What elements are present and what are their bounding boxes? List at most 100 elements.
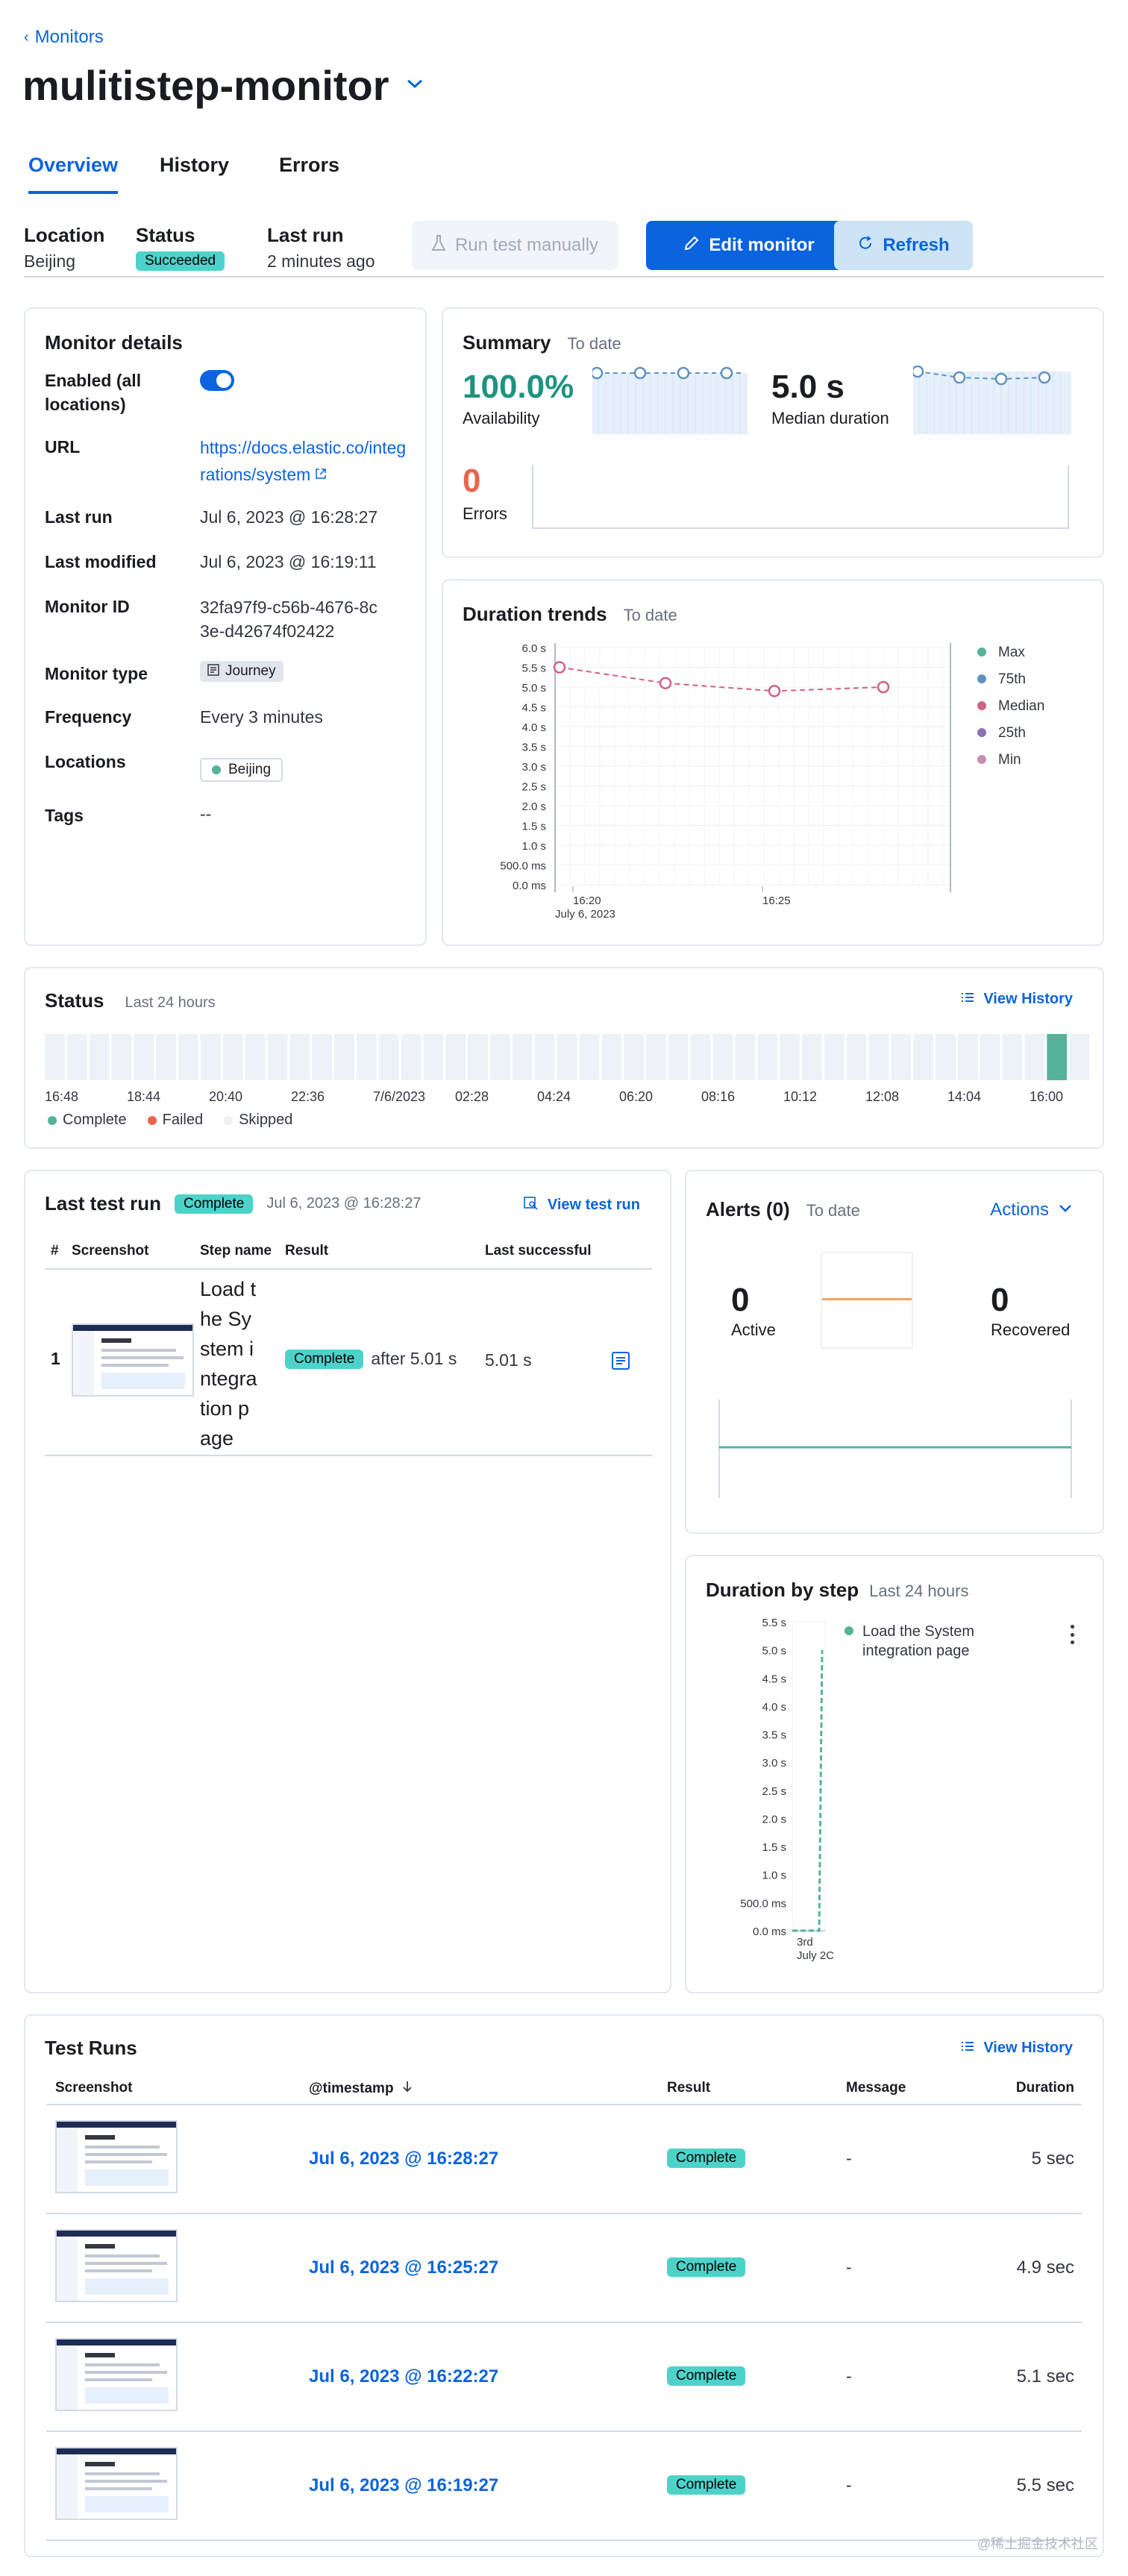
status-cell-empty	[222, 1034, 243, 1080]
status-cell-empty	[401, 1034, 422, 1080]
chevron-left-icon: ‹	[24, 28, 29, 46]
actions-button[interactable]: Actions	[990, 1200, 1073, 1220]
page-title: mulitistep-monitor	[22, 62, 389, 109]
run-screenshot[interactable]	[55, 2447, 178, 2520]
step-name: Load the System integration page	[200, 1278, 257, 1450]
breadcrumb-monitors-link[interactable]: Monitors	[35, 27, 104, 48]
step-screenshot[interactable]	[72, 1323, 194, 1397]
status-cell-empty	[334, 1034, 354, 1080]
breadcrumb[interactable]: ‹ Monitors	[24, 27, 104, 48]
run-screenshot[interactable]	[55, 2120, 178, 2193]
summary-panel: Summary To date 100.0% Availability 5.0 …	[442, 307, 1104, 558]
status-cell-empty	[534, 1034, 555, 1080]
timeline-tick-label: 06:20	[619, 1089, 654, 1104]
tags-value: --	[200, 804, 212, 824]
y-tick-label: 500.0 ms	[740, 1897, 786, 1910]
run-timestamp-link[interactable]: Jul 6, 2023 @ 16:28:27	[309, 2149, 498, 2169]
tab-bar: Overview History Errors	[24, 154, 1104, 195]
table-row[interactable]: Jul 6, 2023 @ 16:19:27 Complete - 5.5 se…	[45, 2432, 1085, 2539]
monitor-id-label: Monitor ID	[45, 597, 130, 616]
last-test-run-badge: Complete	[175, 1194, 254, 1214]
legend-complete: Complete	[48, 1112, 127, 1129]
legend-swatch-max	[977, 648, 986, 656]
status-cell-empty	[1024, 1034, 1045, 1080]
steps-table-header: # Screenshot Step name Result Last succe…	[45, 1243, 652, 1268]
y-tick-label: 5.5 s	[521, 662, 546, 675]
y-tick-label: 1.0 s	[521, 840, 546, 853]
run-timestamp-link[interactable]: Jul 6, 2023 @ 16:25:27	[309, 2257, 498, 2278]
alerts-header: Alerts (0) To date	[706, 1198, 860, 1220]
y-tick-label: 0.0 ms	[753, 1925, 786, 1938]
median-point	[553, 661, 566, 674]
more-options-icon[interactable]	[1068, 1625, 1076, 1644]
table-row[interactable]: 1 Load the System integration page Compl…	[45, 1270, 652, 1455]
legend-swatch-min	[977, 755, 986, 764]
monitor-id-value: 32fa97f9-c56b-4676-8c3e-d42674f02422	[200, 598, 377, 641]
y-tick-label: 2.0 s	[521, 800, 546, 813]
last-run-label: Last run	[45, 507, 113, 527]
status-cell-empty	[312, 1034, 333, 1080]
tab-overview[interactable]: Overview	[28, 154, 119, 194]
pencil-icon	[683, 235, 700, 257]
chevron-down-icon[interactable]	[406, 78, 424, 93]
run-message: -	[846, 2366, 852, 2386]
watermark: @稀土掘金技术社区	[977, 2536, 1098, 2551]
median-point	[768, 685, 781, 698]
table-row[interactable]: Jul 6, 2023 @ 16:22:27 Complete - 5.1 se…	[45, 2323, 1085, 2431]
run-result-badge: Complete	[667, 2475, 746, 2495]
status-cell-empty	[801, 1034, 822, 1080]
active-alerts-value: 0	[731, 1282, 750, 1318]
status-cell-empty	[156, 1034, 177, 1080]
run-screenshot[interactable]	[55, 2229, 178, 2302]
monitor-details-title: Monitor details	[45, 331, 183, 354]
alerts-timeline	[718, 1400, 1073, 1499]
status-cell-empty	[490, 1034, 510, 1080]
status-cell-empty	[378, 1034, 399, 1080]
test-runs-view-history-link[interactable]: View History	[961, 2040, 1073, 2057]
y-tick-label: 3.0 s	[521, 761, 546, 774]
run-screenshot[interactable]	[55, 2338, 178, 2411]
table-row[interactable]: Jul 6, 2023 @ 16:28:27 Complete - 5 sec	[45, 2105, 1085, 2213]
step-last-successful: 5.01 s	[485, 1350, 532, 1370]
journey-icon	[207, 663, 219, 680]
status-cell-empty	[712, 1034, 733, 1080]
monitor-type-badge: Journey	[200, 661, 283, 682]
url-link[interactable]: https://docs.elastic.co/integrations/sys…	[200, 436, 409, 489]
frequency-value: Every 3 minutes	[200, 707, 323, 727]
enabled-toggle[interactable]	[200, 370, 234, 391]
refresh-button[interactable]: Refresh	[834, 221, 973, 270]
status-cell-empty	[780, 1034, 800, 1080]
status-cell-empty	[690, 1034, 711, 1080]
edit-monitor-button[interactable]: Edit monitor	[646, 221, 852, 270]
test-runs-panel: Test Runs View History Screenshot @times…	[24, 2014, 1104, 2557]
last-modified-value: Jul 6, 2023 @ 16:19:11	[200, 552, 377, 571]
run-result-badge: Complete	[667, 2366, 746, 2386]
run-duration: 5.5 sec	[1016, 2475, 1074, 2495]
col-timestamp[interactable]: @timestamp	[309, 2080, 413, 2098]
status-cell-empty	[134, 1034, 154, 1080]
run-timestamp-link[interactable]: Jul 6, 2023 @ 16:22:27	[309, 2366, 498, 2387]
timeline-tick-label: 18:44	[127, 1089, 161, 1104]
step-details-icon[interactable]	[610, 1350, 631, 1375]
tags-label: Tags	[45, 806, 84, 825]
status-cell-empty	[980, 1034, 1000, 1080]
y-tick-label: 2.5 s	[521, 781, 546, 794]
run-test-manually-button[interactable]: Run test manually	[412, 221, 618, 270]
median-point	[877, 680, 890, 694]
legend-label-75th: 75th	[998, 671, 1026, 687]
status-cell-empty	[245, 1034, 266, 1080]
tab-history[interactable]: History	[160, 154, 229, 177]
view-history-link[interactable]: View History	[961, 991, 1073, 1008]
recovered-alerts-value: 0	[991, 1282, 1009, 1318]
y-tick-label: 1.0 s	[762, 1870, 786, 1882]
y-tick-label: 5.0 s	[762, 1645, 786, 1658]
status-cell-complete	[1047, 1034, 1068, 1080]
tab-errors[interactable]: Errors	[279, 154, 339, 177]
view-test-run-link[interactable]: View test run	[524, 1197, 640, 1214]
run-timestamp-link[interactable]: Jul 6, 2023 @ 16:19:27	[309, 2475, 498, 2496]
x-axis-sublabel: July 2C	[797, 1949, 834, 1962]
status-cell-empty	[512, 1034, 533, 1080]
list-icon	[961, 991, 974, 1007]
table-row[interactable]: Jul 6, 2023 @ 16:25:27 Complete - 4.9 se…	[45, 2214, 1085, 2322]
legend-failed: Failed	[147, 1112, 203, 1129]
